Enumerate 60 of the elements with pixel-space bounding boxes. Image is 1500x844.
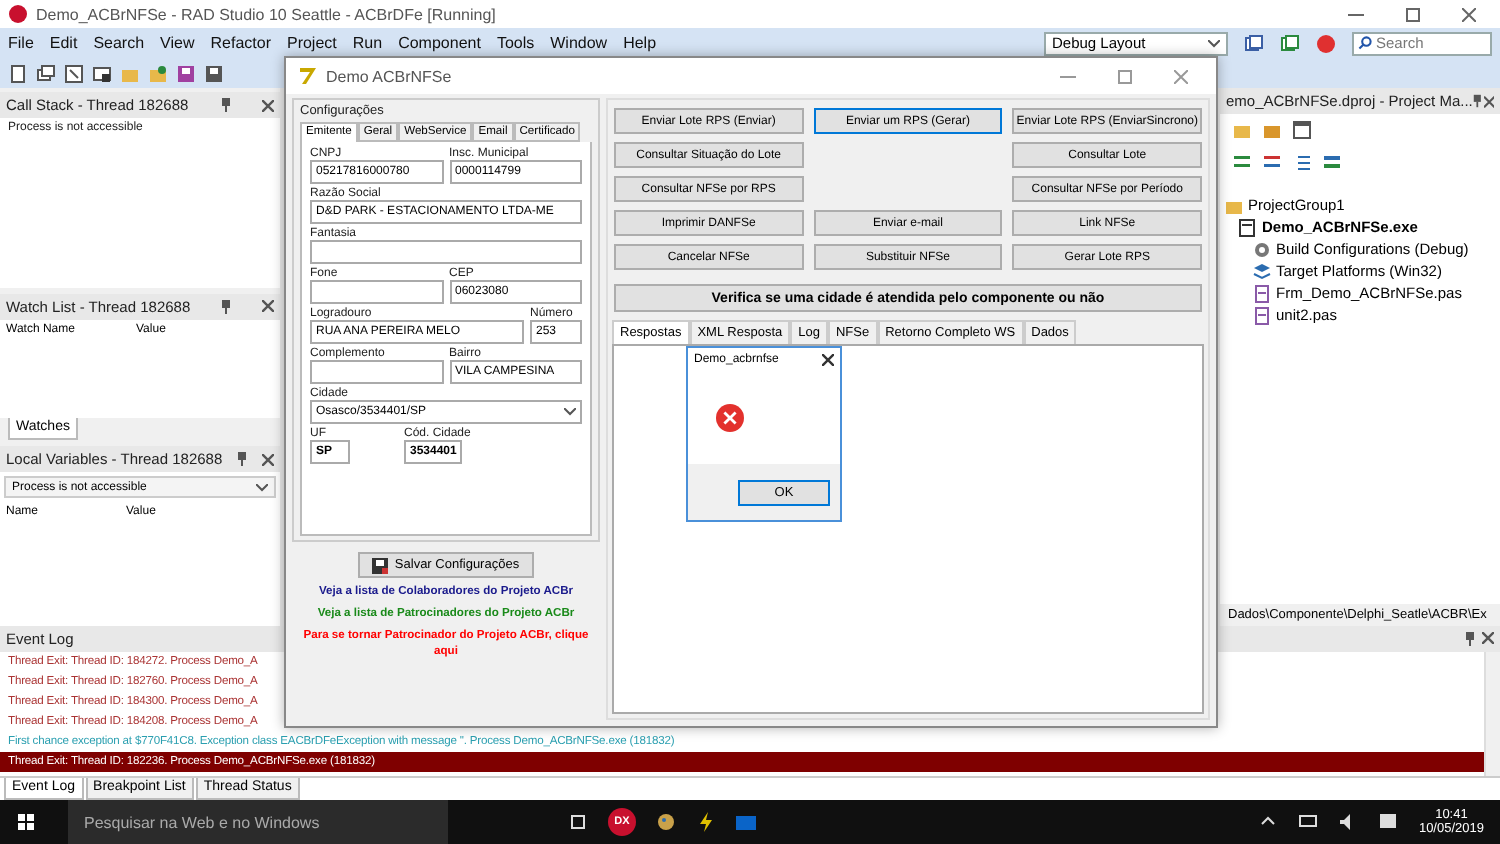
close-icon xyxy=(1483,95,1494,107)
maximize-icon[interactable] xyxy=(1405,7,1419,21)
caret-icon xyxy=(564,408,576,416)
input-field[interactable] xyxy=(310,240,582,264)
menu-item[interactable]: Component xyxy=(398,34,481,52)
list-icon[interactable] xyxy=(1232,152,1252,172)
taskbar-search-field[interactable]: Pesquisar na Web e no Windows xyxy=(68,800,448,844)
maximize-icon[interactable] xyxy=(1117,69,1131,83)
file-icon xyxy=(1252,283,1272,303)
close-icon xyxy=(261,300,274,313)
layers-icon xyxy=(1252,261,1272,281)
input-field[interactable] xyxy=(310,280,443,304)
menu-item[interactable]: Run xyxy=(352,34,383,52)
menu-item[interactable]: Help xyxy=(623,34,657,52)
task-view-icon[interactable] xyxy=(568,812,588,832)
search-icon xyxy=(1358,36,1372,50)
file-icon xyxy=(1252,305,1272,325)
lightning-icon[interactable] xyxy=(696,812,716,832)
list-icon[interactable] xyxy=(1262,152,1282,172)
save-icon[interactable] xyxy=(204,63,224,83)
pin-icon xyxy=(1464,632,1476,646)
close-icon xyxy=(261,99,274,111)
document-icon xyxy=(1238,217,1258,237)
stack-icon[interactable] xyxy=(1322,152,1342,172)
menu-item[interactable]: View xyxy=(160,34,195,52)
minimize-icon[interactable] xyxy=(1060,75,1076,77)
new-file-icon[interactable] xyxy=(8,63,28,83)
minimize-icon[interactable] xyxy=(1348,13,1364,15)
scrollbar[interactable] xyxy=(1484,652,1500,776)
close-icon[interactable] xyxy=(1173,69,1187,83)
gear-icon xyxy=(1252,239,1272,259)
folder-icon[interactable] xyxy=(148,63,168,83)
layout-icon[interactable] xyxy=(1292,120,1312,140)
window-title: Demo_ACBrNFSe - RAD Studio 10 Seattle - ACBrDFe [Running] xyxy=(36,5,496,23)
menu-item[interactable]: Refactor xyxy=(210,34,271,52)
windows-logo-icon[interactable] xyxy=(16,812,36,832)
error-icon xyxy=(716,404,744,432)
pin-icon xyxy=(220,299,233,314)
input-field[interactable] xyxy=(310,360,443,384)
windows-icon[interactable] xyxy=(36,63,56,83)
close-icon xyxy=(261,453,274,466)
menu-item[interactable]: Tools xyxy=(496,34,535,52)
app-logo-icon xyxy=(8,4,28,24)
caret-icon xyxy=(256,483,268,492)
stop-icon[interactable] xyxy=(1316,33,1336,53)
pin-icon xyxy=(236,452,249,467)
close-icon xyxy=(1482,632,1494,644)
menu-item[interactable]: Project xyxy=(286,34,337,52)
close-icon xyxy=(822,354,834,366)
close-icon[interactable] xyxy=(1461,7,1475,21)
save-icon[interactable] xyxy=(176,63,196,83)
menu-item[interactable]: Search xyxy=(93,34,145,52)
caret-icon xyxy=(1208,39,1220,47)
menu-item[interactable]: Window xyxy=(550,34,608,52)
window-title: Demo ACBrNFSe xyxy=(326,67,452,85)
menu-item[interactable]: Edit xyxy=(49,34,78,52)
menu-item[interactable]: File xyxy=(8,34,34,52)
pin-icon xyxy=(1472,94,1484,108)
pin-icon xyxy=(219,98,232,112)
save-icon xyxy=(372,557,389,573)
